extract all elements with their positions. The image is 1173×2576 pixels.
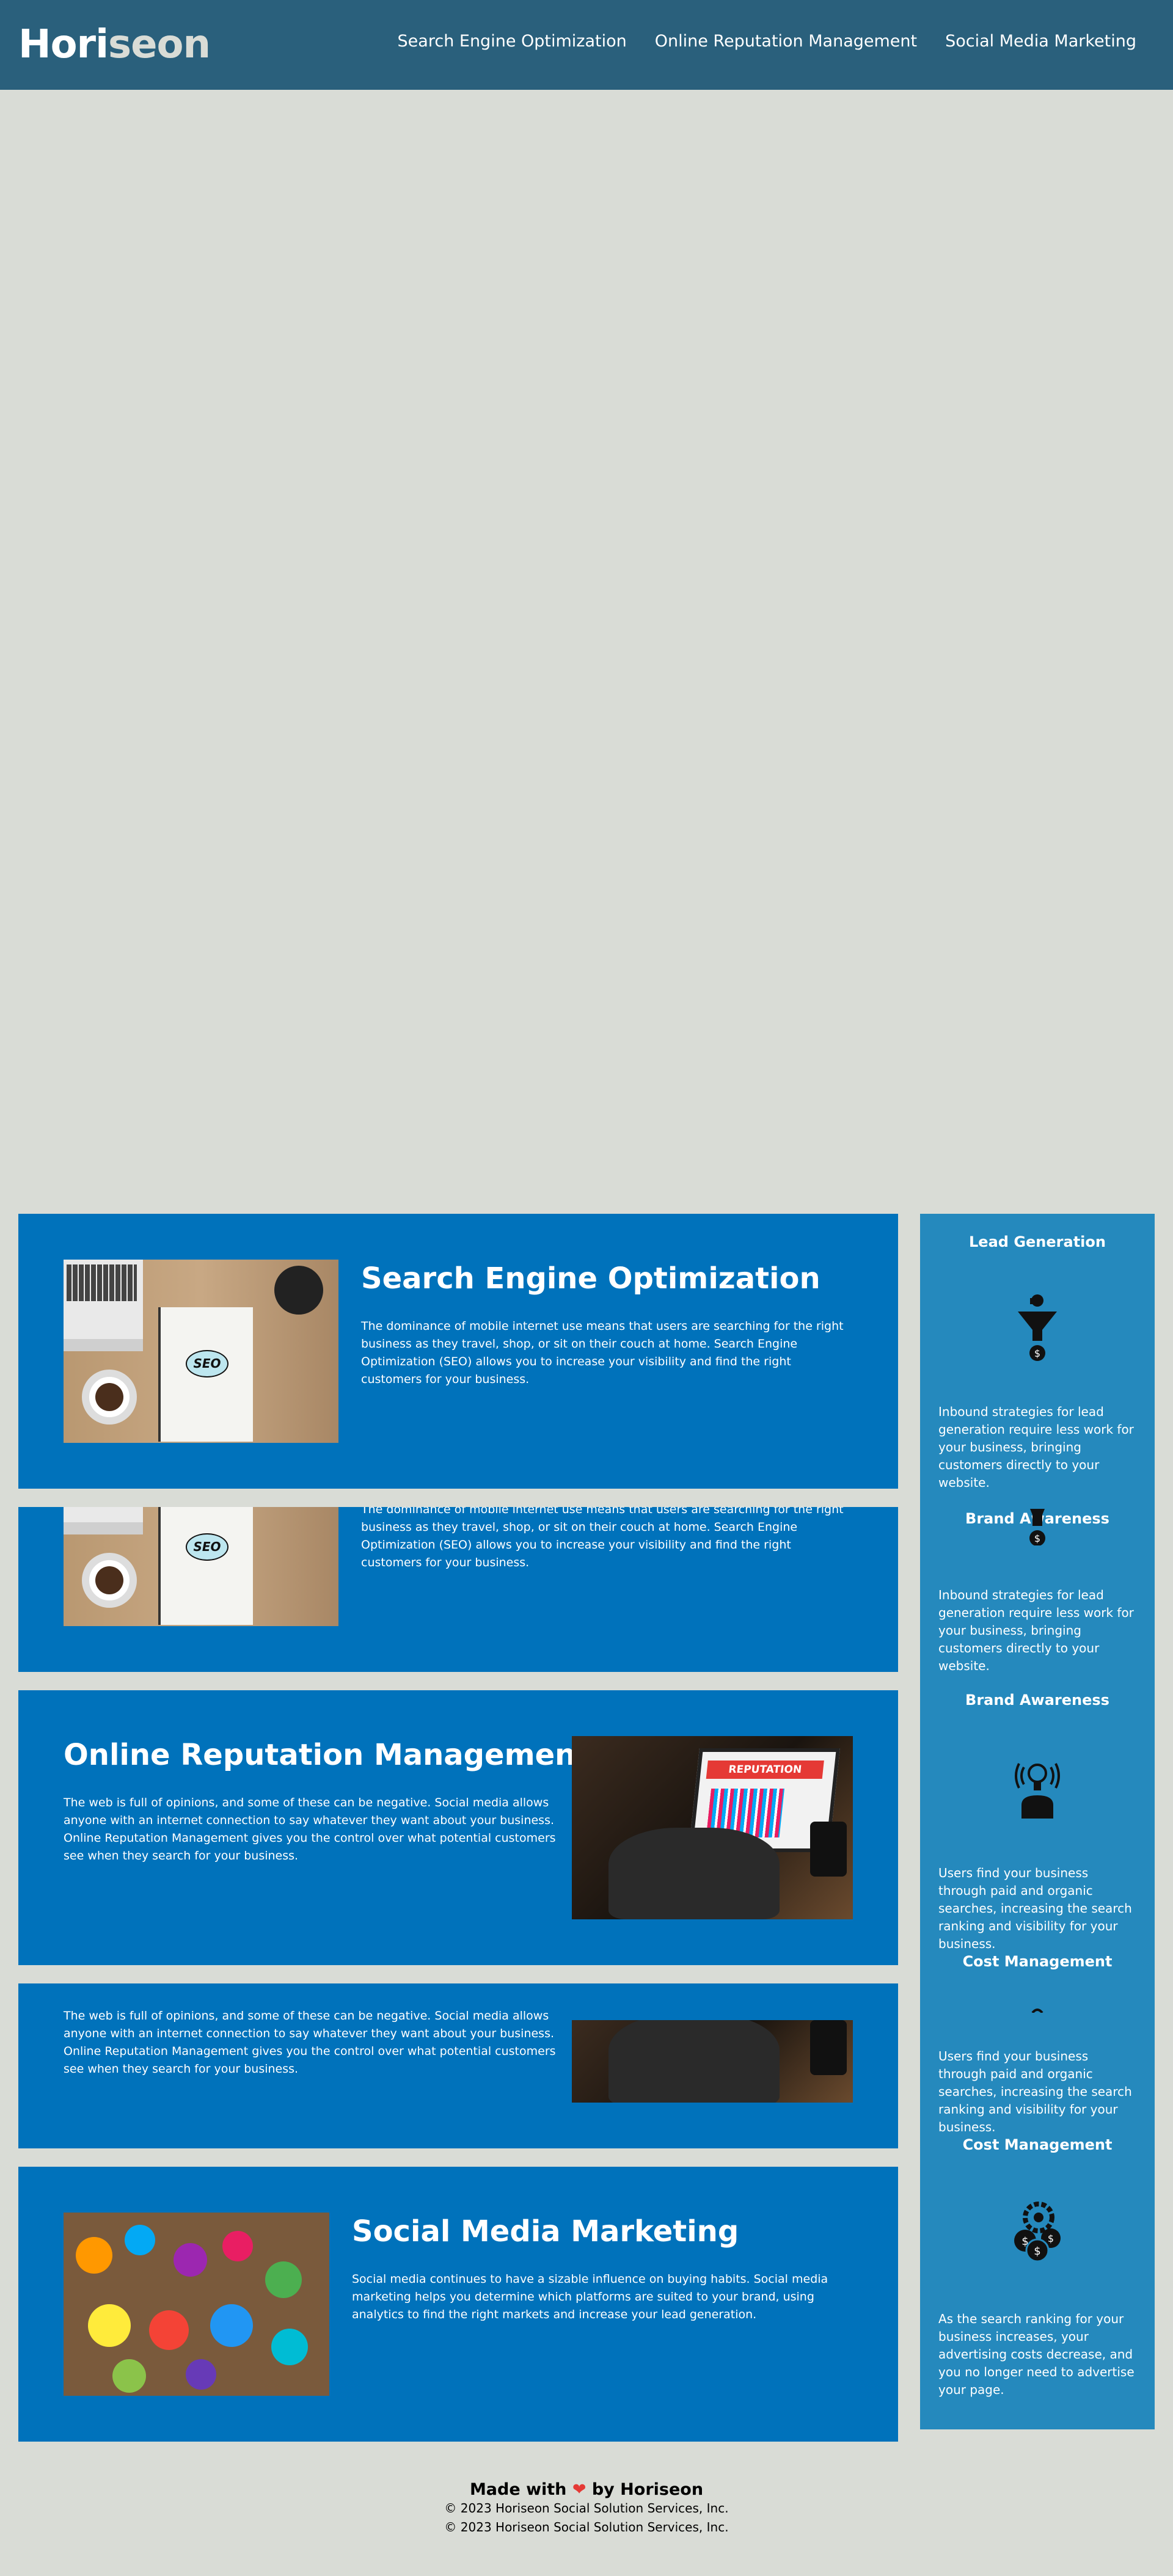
- benefits-sidebar: Lead Generation $ Inbound strategies for…: [920, 1214, 1155, 2429]
- reputation-image: REPUTATION: [572, 1736, 853, 1919]
- hero-banner: [0, 90, 1173, 1214]
- lead-generation-title: Lead Generation: [969, 1233, 1106, 1250]
- cost-gears-icon: $ $ $: [1014, 2202, 1061, 2263]
- lightbulb-person-icon: [1015, 1763, 1060, 1819]
- lead-funnel-icon-duplicate: $: [1029, 1509, 1045, 1545]
- seo-panel: SEO Search Engine Optimization The domin…: [18, 1214, 898, 1489]
- reputation-panel-duplicate: The web is full of opinions, and some of…: [18, 1983, 898, 2148]
- seo-image-duplicate: SEO: [64, 1507, 338, 1626]
- seo-title: Search Engine Optimization: [361, 1261, 820, 1296]
- seo-text-duplicate: The dominance of mobile internet use mea…: [361, 1507, 844, 1569]
- reputation-banner-label: REPUTATION: [706, 1761, 824, 1779]
- brand-awareness-title: Brand Awareness: [965, 1691, 1109, 1709]
- seo-text: The dominance of mobile internet use mea…: [361, 1319, 844, 1386]
- social-media-image: [64, 2213, 329, 2396]
- site-footer: Made with ❤ by Horiseon © 2023 Horiseon …: [0, 2480, 1173, 2537]
- lead-generation-text: Inbound strategies for lead generation r…: [938, 1404, 1134, 1490]
- cost-icon-fragment: [1031, 2009, 1043, 2013]
- reputation-panel: Online Reputation Management The web is …: [18, 1690, 898, 1965]
- heart-icon: ❤: [572, 2480, 586, 2499]
- logo-accent-text: seon: [108, 22, 211, 67]
- pen-cup-graphic: [274, 1266, 323, 1315]
- brand-awareness-text: Users find your business through paid an…: [938, 1866, 1132, 1951]
- lead-generation-text-duplicate: Inbound strategies for lead generation r…: [938, 1586, 1136, 1675]
- footer-copyright-duplicate: © 2023 Horiseon Social Solution Services…: [444, 2520, 729, 2534]
- site-header: Horiseon Search Engine Optimization Onli…: [0, 0, 1173, 90]
- svg-text:$: $: [1034, 2245, 1040, 2258]
- footer-copyright: © 2023 Horiseon Social Solution Services…: [444, 2501, 729, 2516]
- cost-management-title-overlap: Cost Management: [962, 1953, 1113, 1970]
- reputation-title: Online Reputation Management: [64, 1738, 590, 1772]
- social-media-panel: Social Media Marketing Social media cont…: [18, 2167, 898, 2442]
- logo-main-text: Hori: [18, 22, 109, 67]
- lead-funnel-icon: $: [1018, 1294, 1057, 1361]
- main-nav: Search Engine Optimization Online Reputa…: [398, 32, 1136, 51]
- brand-awareness-text-duplicate: Users find your business through paid an…: [938, 2049, 1132, 2134]
- social-media-text: Social media continues to have a sizable…: [352, 2272, 828, 2321]
- seo-cloud-label: SEO: [186, 1350, 228, 1377]
- reputation-text: The web is full of opinions, and some of…: [64, 1796, 556, 1863]
- seo-panel-duplicate: SEO The dominance of mobile internet use…: [18, 1507, 898, 1672]
- nav-link-reputation[interactable]: Online Reputation Management: [655, 32, 917, 51]
- seo-image: SEO: [64, 1260, 338, 1443]
- footer-by: by Horiseon: [591, 2480, 704, 2499]
- cost-management-title: Cost Management: [962, 2136, 1113, 2153]
- reputation-image-duplicate: [572, 2020, 853, 2103]
- seo-cloud-label: SEO: [186, 1533, 228, 1561]
- footer-made-with: Made with: [469, 2480, 567, 2499]
- footer-heading: Made with ❤ by Horiseon: [0, 2480, 1173, 2499]
- nav-link-seo[interactable]: Search Engine Optimization: [398, 32, 627, 51]
- nav-link-social-media[interactable]: Social Media Marketing: [945, 32, 1136, 51]
- laptop-graphic: [64, 1260, 143, 1351]
- reputation-text-duplicate: The web is full of opinions, and some of…: [64, 2009, 556, 2076]
- site-logo[interactable]: Horiseon: [18, 22, 211, 67]
- svg-text:$: $: [1048, 2233, 1054, 2244]
- social-media-title: Social Media Marketing: [352, 2214, 739, 2249]
- svg-text:$: $: [1034, 1348, 1040, 1359]
- svg-text:$: $: [1034, 1533, 1040, 1544]
- cost-management-text: As the search ranking for your business …: [938, 2311, 1135, 2397]
